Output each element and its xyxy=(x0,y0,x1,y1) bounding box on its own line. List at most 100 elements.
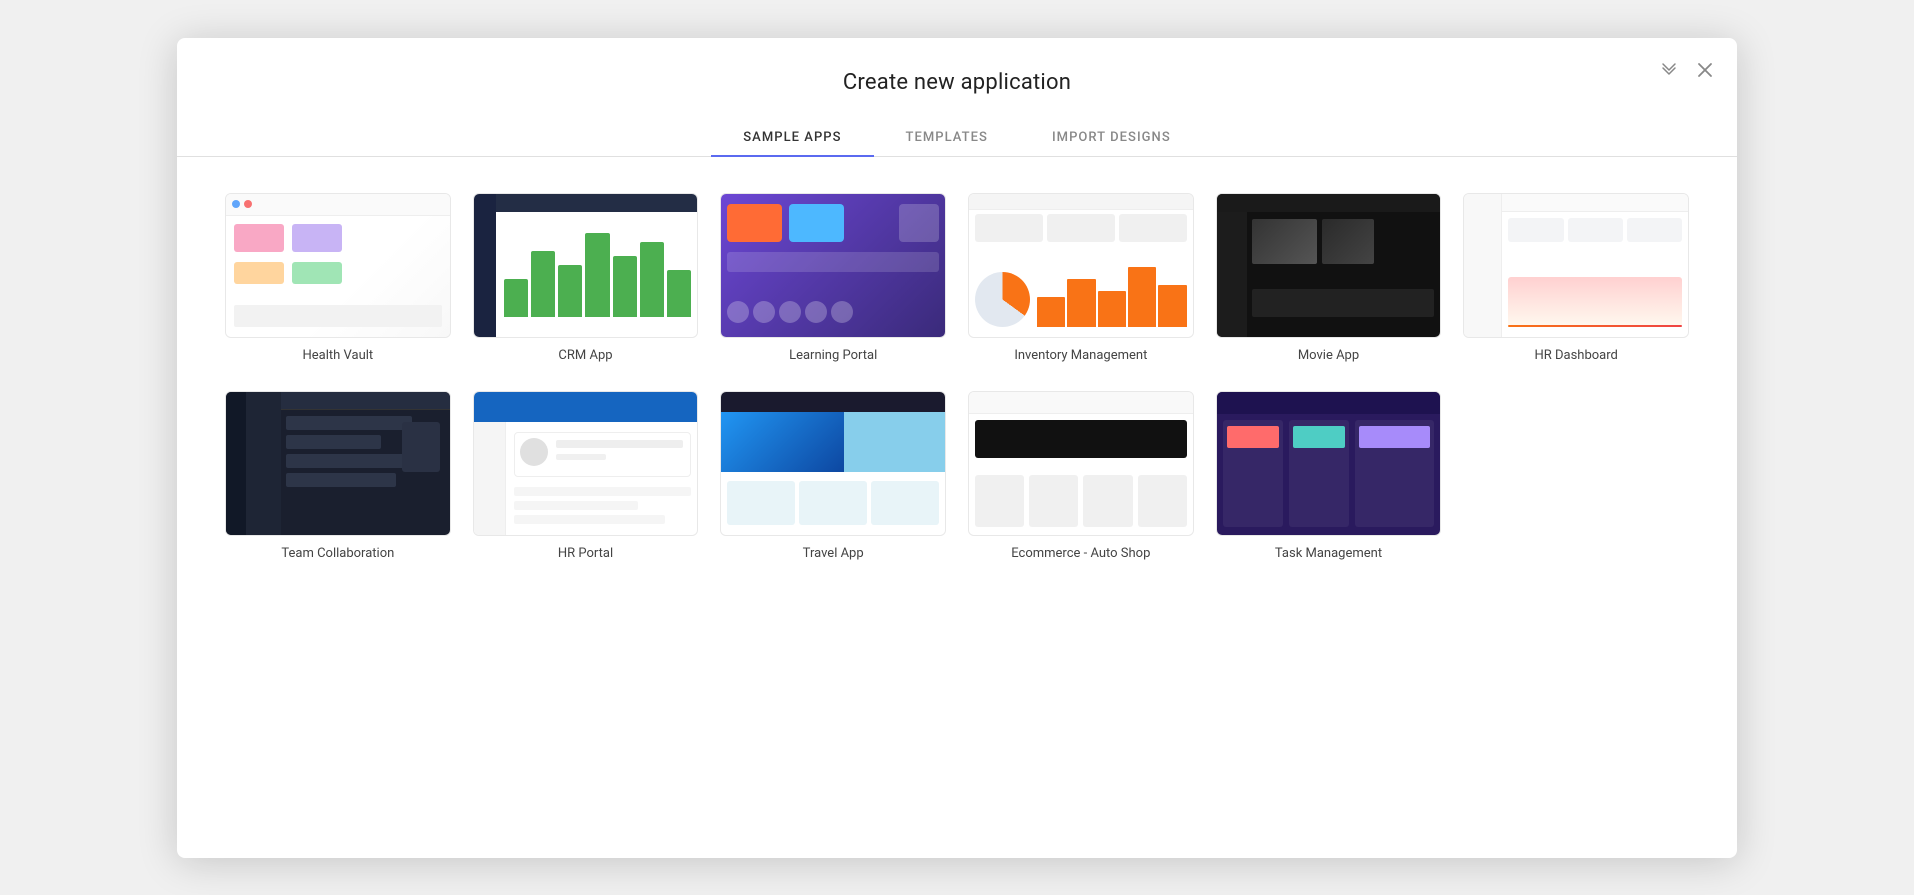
thumb-crm-bar-5 xyxy=(613,256,637,316)
app-label-ecommerce-auto-shop: Ecommerce - Auto Shop xyxy=(1011,546,1150,561)
app-label-learning-portal: Learning Portal xyxy=(789,348,877,363)
app-label-task-management: Task Management xyxy=(1275,546,1382,561)
thumb-crm-sidebar xyxy=(474,194,496,337)
apps-grid: Health Vault xyxy=(177,157,1737,561)
thumb-team-msg-4 xyxy=(286,473,396,487)
thumb-crm-inner xyxy=(474,194,698,337)
thumb-ecom-item-2 xyxy=(1029,475,1078,527)
app-card-movie-app[interactable]: Movie App xyxy=(1216,193,1442,363)
app-card-task-management[interactable]: Task Management xyxy=(1216,391,1442,561)
thumb-learning-icon-1 xyxy=(727,301,749,323)
tab-import-designs[interactable]: IMPORT DESIGNS xyxy=(1020,120,1203,157)
thumb-inventory-inner xyxy=(969,194,1193,337)
app-thumb-movie-app xyxy=(1216,193,1442,338)
close-button[interactable] xyxy=(1693,58,1717,82)
thumb-team-sidebar xyxy=(226,392,246,535)
app-card-crm-app[interactable]: CRM App xyxy=(473,193,699,363)
app-card-travel-app[interactable]: Travel App xyxy=(720,391,946,561)
thumb-hr-card-1 xyxy=(1508,218,1563,242)
thumb-learning-icon-3 xyxy=(779,301,801,323)
app-thumb-learning-portal xyxy=(720,193,946,338)
thumb-ecom-item-1 xyxy=(975,475,1024,527)
app-card-hr-portal[interactable]: HR Portal xyxy=(473,391,699,561)
thumb-hrp-li-3 xyxy=(514,515,665,524)
app-label-hr-dashboard: HR Dashboard xyxy=(1534,348,1617,363)
thumb-travel-card-3 xyxy=(871,481,939,525)
thumb-travel-card-1 xyxy=(727,481,795,525)
thumb-hr-area-fill xyxy=(1508,277,1682,327)
thumb-travel-side xyxy=(844,412,945,472)
thumb-travel-header xyxy=(721,392,945,412)
thumb-health-dot-red xyxy=(244,200,252,208)
thumb-inv-bar-3 xyxy=(1098,291,1126,327)
app-label-hr-portal: HR Portal xyxy=(558,546,613,561)
thumb-hr-area-line xyxy=(1508,325,1682,327)
thumb-inv-bar-1 xyxy=(1037,297,1065,327)
thumb-movie-img1 xyxy=(1252,219,1317,264)
minimize-button[interactable] xyxy=(1657,58,1681,82)
thumb-inv-bars-wrap xyxy=(1037,267,1187,327)
thumb-hrp-li-1 xyxy=(514,487,692,496)
thumb-inv-bar-2 xyxy=(1067,279,1095,327)
app-card-inventory-management[interactable]: Inventory Management xyxy=(968,193,1194,363)
thumb-hrp-header xyxy=(474,392,698,422)
thumb-hr-left xyxy=(1464,194,1502,337)
app-card-hr-dashboard[interactable]: HR Dashboard xyxy=(1463,193,1689,363)
thumb-hr-cards xyxy=(1508,218,1682,242)
app-label-travel-app: Travel App xyxy=(803,546,864,561)
thumb-inv-bar-4 xyxy=(1128,267,1156,327)
thumb-inv-bar-5 xyxy=(1158,285,1186,327)
modal-header: Create new application xyxy=(177,38,1737,95)
thumb-crm-bar-6 xyxy=(640,242,664,316)
thumb-travel-card-2 xyxy=(799,481,867,525)
thumb-inv-stat-1 xyxy=(975,214,1043,242)
app-label-crm-app: CRM App xyxy=(558,348,612,363)
thumb-learning-inner xyxy=(721,194,945,337)
tabs-row: SAMPLE APPS TEMPLATES IMPORT DESIGNS xyxy=(177,119,1737,157)
create-app-modal: Create new application SAMPLE APPS TEMPL… xyxy=(177,38,1737,858)
thumb-movie-row xyxy=(1252,289,1435,317)
thumb-hr-card-2 xyxy=(1568,218,1623,242)
tab-sample-apps[interactable]: SAMPLE APPS xyxy=(711,120,873,157)
app-label-team-collaboration: Team Collaboration xyxy=(281,546,394,561)
app-thumb-health-vault xyxy=(225,193,451,338)
app-label-inventory-management: Inventory Management xyxy=(1014,348,1147,363)
thumb-health-dot-blue xyxy=(232,200,240,208)
thumb-learning-icons xyxy=(727,301,939,323)
thumb-learning-card1 xyxy=(727,204,782,242)
thumb-bar-3 xyxy=(234,262,284,284)
thumb-task-top xyxy=(1217,392,1441,414)
app-label-health-vault: Health Vault xyxy=(302,348,373,363)
thumb-hr-area xyxy=(1508,277,1682,327)
app-thumb-ecommerce-auto-shop xyxy=(968,391,1194,536)
thumb-hrp-text1 xyxy=(556,440,684,448)
thumb-hrp-sidebar xyxy=(474,422,506,535)
app-thumb-task-management xyxy=(1216,391,1442,536)
app-thumb-travel-app xyxy=(720,391,946,536)
thumb-learning-icon-2 xyxy=(753,301,775,323)
app-thumb-team-collaboration xyxy=(225,391,451,536)
thumb-task-card3 xyxy=(1359,426,1431,448)
thumb-learning-card3 xyxy=(899,204,939,242)
thumb-travel-cards xyxy=(727,481,939,525)
thumb-crm-bar-3 xyxy=(558,265,582,316)
app-card-ecommerce-auto-shop[interactable]: Ecommerce - Auto Shop xyxy=(968,391,1194,561)
thumb-crm-bar-1 xyxy=(504,279,528,316)
thumb-bar-2 xyxy=(292,224,342,252)
thumb-ecom-item-4 xyxy=(1138,475,1187,527)
app-card-learning-portal[interactable]: Learning Portal xyxy=(720,193,946,363)
thumb-ecom-grid xyxy=(975,475,1187,527)
thumb-movie-sidebar xyxy=(1217,212,1247,337)
tab-templates[interactable]: TEMPLATES xyxy=(874,120,1020,157)
thumb-learning-row xyxy=(727,252,939,272)
app-label-movie-app: Movie App xyxy=(1298,348,1359,363)
app-card-health-vault[interactable]: Health Vault xyxy=(225,193,451,363)
thumb-team-sidebar2 xyxy=(246,392,281,535)
thumb-ecom-header xyxy=(969,392,1193,414)
thumb-hrportal-inner xyxy=(474,392,698,535)
thumb-ecom-inner xyxy=(969,392,1193,535)
thumb-crm-bar-4 xyxy=(585,233,609,317)
thumb-crm-bars xyxy=(504,224,692,317)
app-card-team-collaboration[interactable]: Team Collaboration xyxy=(225,391,451,561)
modal-title: Create new application xyxy=(843,70,1071,95)
